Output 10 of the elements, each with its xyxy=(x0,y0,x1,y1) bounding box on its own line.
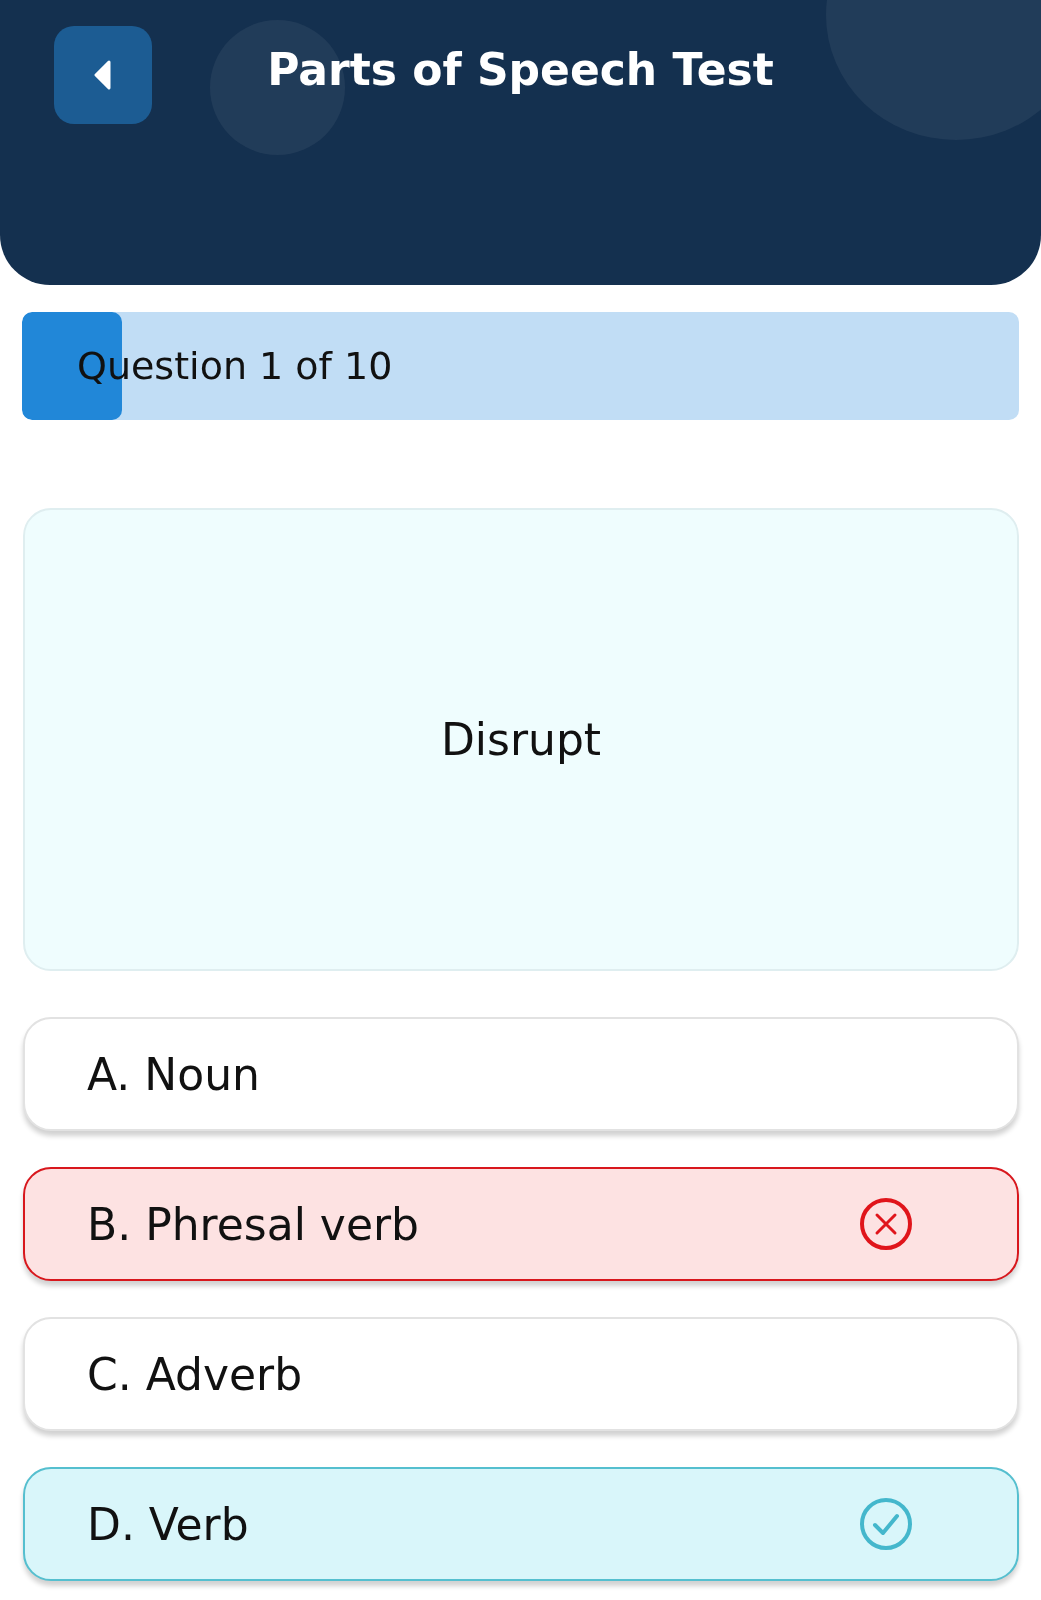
answer-option[interactable]: A. Noun xyxy=(23,1017,1019,1131)
checkmark-icon xyxy=(859,1497,913,1551)
question-word: Disrupt xyxy=(440,714,602,765)
back-button[interactable] xyxy=(54,26,152,124)
answer-option[interactable]: B. Phresal verb xyxy=(23,1167,1019,1281)
back-icon xyxy=(93,60,113,90)
answer-option[interactable]: D. Verb xyxy=(23,1467,1019,1581)
cross-icon xyxy=(859,1197,913,1251)
screen-title: Parts of Speech Test xyxy=(267,44,774,95)
answer-option[interactable]: C. Adverb xyxy=(23,1317,1019,1431)
